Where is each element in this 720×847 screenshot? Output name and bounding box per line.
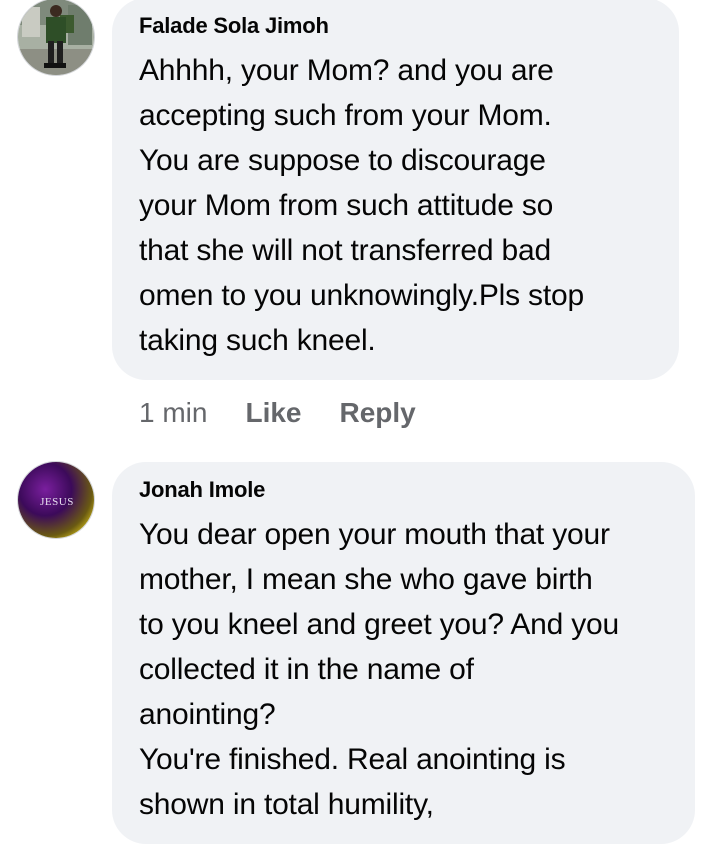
comment-line: anointing? xyxy=(139,698,276,731)
jesus-text-avatar-icon: JESUS xyxy=(18,462,94,538)
commenter-avatar-2[interactable]: JESUS xyxy=(17,461,95,539)
comment-line: shown in total humility, xyxy=(139,788,434,821)
comment-author[interactable]: Falade Sola Jimoh xyxy=(139,12,659,40)
comment-actions: 1 min Like Reply xyxy=(139,395,454,431)
comment-author[interactable]: Jonah Imole xyxy=(139,476,675,504)
comment-line: taking such kneel. xyxy=(139,324,376,357)
comment-bubble-1: Falade Sola Jimoh Ahhhh, your Mom? and y… xyxy=(112,0,679,380)
comment-text: You dear open your mouth that your mothe… xyxy=(139,512,675,827)
comment-timestamp[interactable]: 1 min xyxy=(139,395,207,431)
comment-text: Ahhhh, your Mom? and you are accepting s… xyxy=(139,48,659,363)
comment-line: You dear open your mouth that your xyxy=(139,518,610,551)
person-photo-icon xyxy=(18,0,94,75)
comment-line: You are suppose to discourage xyxy=(139,144,546,177)
commenter-avatar-1[interactable] xyxy=(17,0,95,76)
comment-line: mother, I mean she who gave birth xyxy=(139,563,593,596)
avatar-text: JESUS xyxy=(40,496,74,508)
comment-line: your Mom from such attitude so xyxy=(139,189,554,222)
comment-line: to you kneel and greet you? And you xyxy=(139,608,620,641)
comment-line: Ahhhh, your Mom? and you are xyxy=(139,54,554,87)
comment-line: collected it in the name of xyxy=(139,653,474,686)
comment-line: that she will not transferred bad xyxy=(139,234,551,267)
like-button[interactable]: Like xyxy=(245,395,301,431)
comment-line: omen to you unknowingly.Pls stop xyxy=(139,279,584,312)
reply-button[interactable]: Reply xyxy=(340,395,416,431)
comment-bubble-2: Jonah Imole You dear open your mouth tha… xyxy=(112,462,695,844)
comment-line: accepting such from your Mom. xyxy=(139,99,552,132)
comment-line: You're finished. Real anointing is xyxy=(139,743,566,776)
